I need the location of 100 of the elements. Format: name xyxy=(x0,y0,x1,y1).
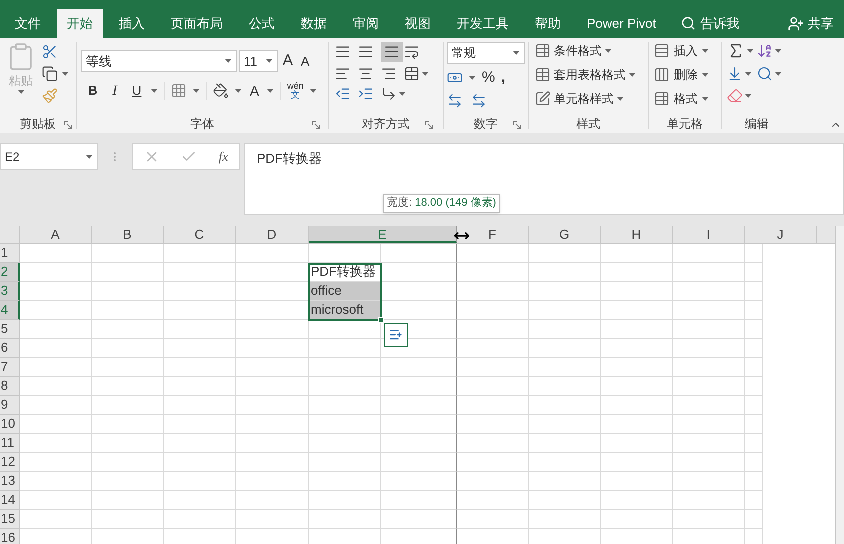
row-header[interactable]: 10 xyxy=(0,415,20,434)
align-left-icon[interactable] xyxy=(335,66,351,82)
row-header[interactable]: 3 xyxy=(0,282,20,301)
wrap-text-icon[interactable] xyxy=(404,44,420,60)
percent-button[interactable]: % xyxy=(482,67,496,90)
table-cell xyxy=(673,434,745,453)
ribbon-tab[interactable]: 公式 xyxy=(239,9,285,38)
row-header[interactable]: 16 xyxy=(0,529,20,544)
row-header[interactable]: 14 xyxy=(0,491,20,510)
quick-analysis-button[interactable] xyxy=(384,323,408,347)
user-icon xyxy=(788,16,804,32)
row-header[interactable]: 6 xyxy=(0,339,20,358)
dialog-launcher-icon[interactable] xyxy=(312,121,320,129)
fill-handle[interactable] xyxy=(378,317,384,323)
table-cell xyxy=(92,263,164,282)
cells-icon[interactable] xyxy=(654,43,670,59)
copy-icon[interactable] xyxy=(42,66,58,82)
dialog-launcher-icon[interactable] xyxy=(425,121,433,129)
cells-menu-button[interactable]: 插入 xyxy=(654,42,716,60)
tell-me-search[interactable]: 告诉我 xyxy=(681,9,740,38)
phonetic-button[interactable]: wén 文 xyxy=(287,82,304,100)
table-cell xyxy=(601,301,673,320)
caret-icon xyxy=(513,51,520,55)
style-menu-button[interactable]: 单元格样式 xyxy=(535,90,642,108)
cells-icon[interactable] xyxy=(654,67,670,83)
table-cell xyxy=(529,358,601,377)
column-header[interactable]: J xyxy=(745,226,817,243)
row-header[interactable]: 7 xyxy=(0,358,20,377)
style-menu-button[interactable]: 套用表格格式 xyxy=(535,66,642,84)
bold-button[interactable]: B xyxy=(85,81,101,101)
italic-button[interactable]: I xyxy=(107,80,123,102)
dialog-launcher-icon[interactable] xyxy=(513,121,521,129)
table-cell xyxy=(20,339,92,358)
column-header[interactable]: I xyxy=(673,226,745,243)
underline-button[interactable]: U xyxy=(129,81,145,101)
fill-bucket-icon[interactable] xyxy=(213,83,229,99)
column-header[interactable]: F xyxy=(457,226,529,243)
ribbon-tab[interactable]: 帮助 xyxy=(525,9,571,38)
ribbon-tab[interactable]: Power Pivot xyxy=(577,9,666,38)
column-header[interactable]: H xyxy=(601,226,673,243)
ribbon-tab[interactable]: 数据 xyxy=(291,9,337,38)
caret-icon xyxy=(86,154,93,158)
font-name-field[interactable]: 等线 xyxy=(81,50,237,72)
ribbon-tab[interactable]: 页面布局 xyxy=(161,9,233,38)
dialog-launcher-icon[interactable] xyxy=(64,121,72,129)
column-header[interactable]: E xyxy=(309,226,457,243)
column-header[interactable]: G xyxy=(529,226,601,243)
comma-button[interactable]: , xyxy=(501,67,506,90)
grow-font-button[interactable]: A xyxy=(280,50,296,72)
decrease-indent-icon[interactable] xyxy=(335,86,351,102)
row-header[interactable]: 9 xyxy=(0,396,20,415)
font-color-button[interactable]: A xyxy=(248,80,262,102)
cells-menu-button[interactable]: 格式 xyxy=(654,90,716,108)
name-box[interactable]: E2 xyxy=(0,143,98,170)
align-middle-icon[interactable] xyxy=(358,44,374,60)
formula-input[interactable]: PDF转换器 宽度: 18.00 (149 像素) xyxy=(244,143,844,215)
table-cell: office xyxy=(309,282,381,301)
fill-down-icon[interactable] xyxy=(727,66,743,82)
column-header[interactable]: B xyxy=(92,226,164,243)
row-header[interactable]: 5 xyxy=(0,320,20,339)
insert-function-button[interactable]: fx xyxy=(218,146,228,166)
table-cell xyxy=(529,377,601,396)
increase-indent-icon[interactable] xyxy=(358,86,374,102)
row-header[interactable]: 8 xyxy=(0,377,20,396)
number-format-field[interactable]: 常规 xyxy=(447,42,525,64)
align-center-icon[interactable] xyxy=(358,66,374,82)
row-header[interactable]: 15 xyxy=(0,510,20,529)
table-cell xyxy=(164,453,236,472)
font-size-field[interactable]: 11 xyxy=(239,50,278,72)
row-header[interactable]: 2 xyxy=(0,263,20,282)
ribbon-tab[interactable]: 插入 xyxy=(109,9,155,38)
table-cell xyxy=(601,377,673,396)
row-header[interactable]: 12 xyxy=(0,453,20,472)
ribbon-tab[interactable]: 审阅 xyxy=(343,9,389,38)
ribbon-tab[interactable]: 文件 xyxy=(5,9,51,38)
row-header[interactable]: 4 xyxy=(0,301,20,320)
cells-icon[interactable] xyxy=(654,91,670,107)
vertical-scrollbar[interactable] xyxy=(835,226,844,544)
column-header[interactable]: C xyxy=(164,226,236,243)
scissors-icon[interactable] xyxy=(42,44,58,60)
eraser-icon[interactable] xyxy=(727,88,743,104)
borders-icon[interactable] xyxy=(171,83,187,99)
align-bottom-icon[interactable] xyxy=(384,44,400,60)
ribbon-tab[interactable]: 开发工具 xyxy=(447,9,519,38)
table-cell xyxy=(92,415,164,434)
shrink-font-button[interactable]: A xyxy=(298,52,313,71)
ribbon-tab[interactable]: 视图 xyxy=(395,9,441,38)
column-header[interactable]: A xyxy=(20,226,92,243)
row-header[interactable]: 13 xyxy=(0,472,20,491)
sort-icon[interactable] xyxy=(757,43,773,59)
cells-menu-button[interactable]: 删除 xyxy=(654,66,716,84)
ribbon-tab[interactable]: 开始 xyxy=(57,9,103,38)
row-header[interactable]: 1 xyxy=(0,244,20,263)
align-top-icon[interactable] xyxy=(335,44,351,60)
align-right-icon[interactable] xyxy=(381,66,397,82)
row-header[interactable]: 11 xyxy=(0,434,20,453)
search-icon[interactable] xyxy=(757,66,773,82)
style-menu-button[interactable]: 条件格式 xyxy=(535,42,642,60)
merge-cells-icon[interactable] xyxy=(404,66,420,82)
share-button[interactable]: 共享 xyxy=(788,9,834,38)
